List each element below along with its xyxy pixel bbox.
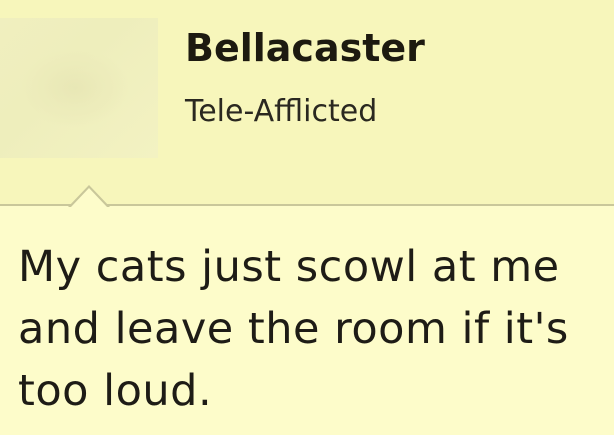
forum-post: Bellacaster Tele-Afflicted My cats just … — [0, 0, 614, 435]
username-link[interactable]: Bellacaster — [185, 26, 425, 70]
post-header: Bellacaster Tele-Afflicted — [0, 0, 614, 206]
speech-pointer-fill — [71, 188, 107, 207]
avatar[interactable] — [0, 18, 158, 158]
post-message: My cats just scowl at me and leave the r… — [18, 242, 569, 416]
user-title: Tele-Afflicted — [185, 94, 378, 129]
